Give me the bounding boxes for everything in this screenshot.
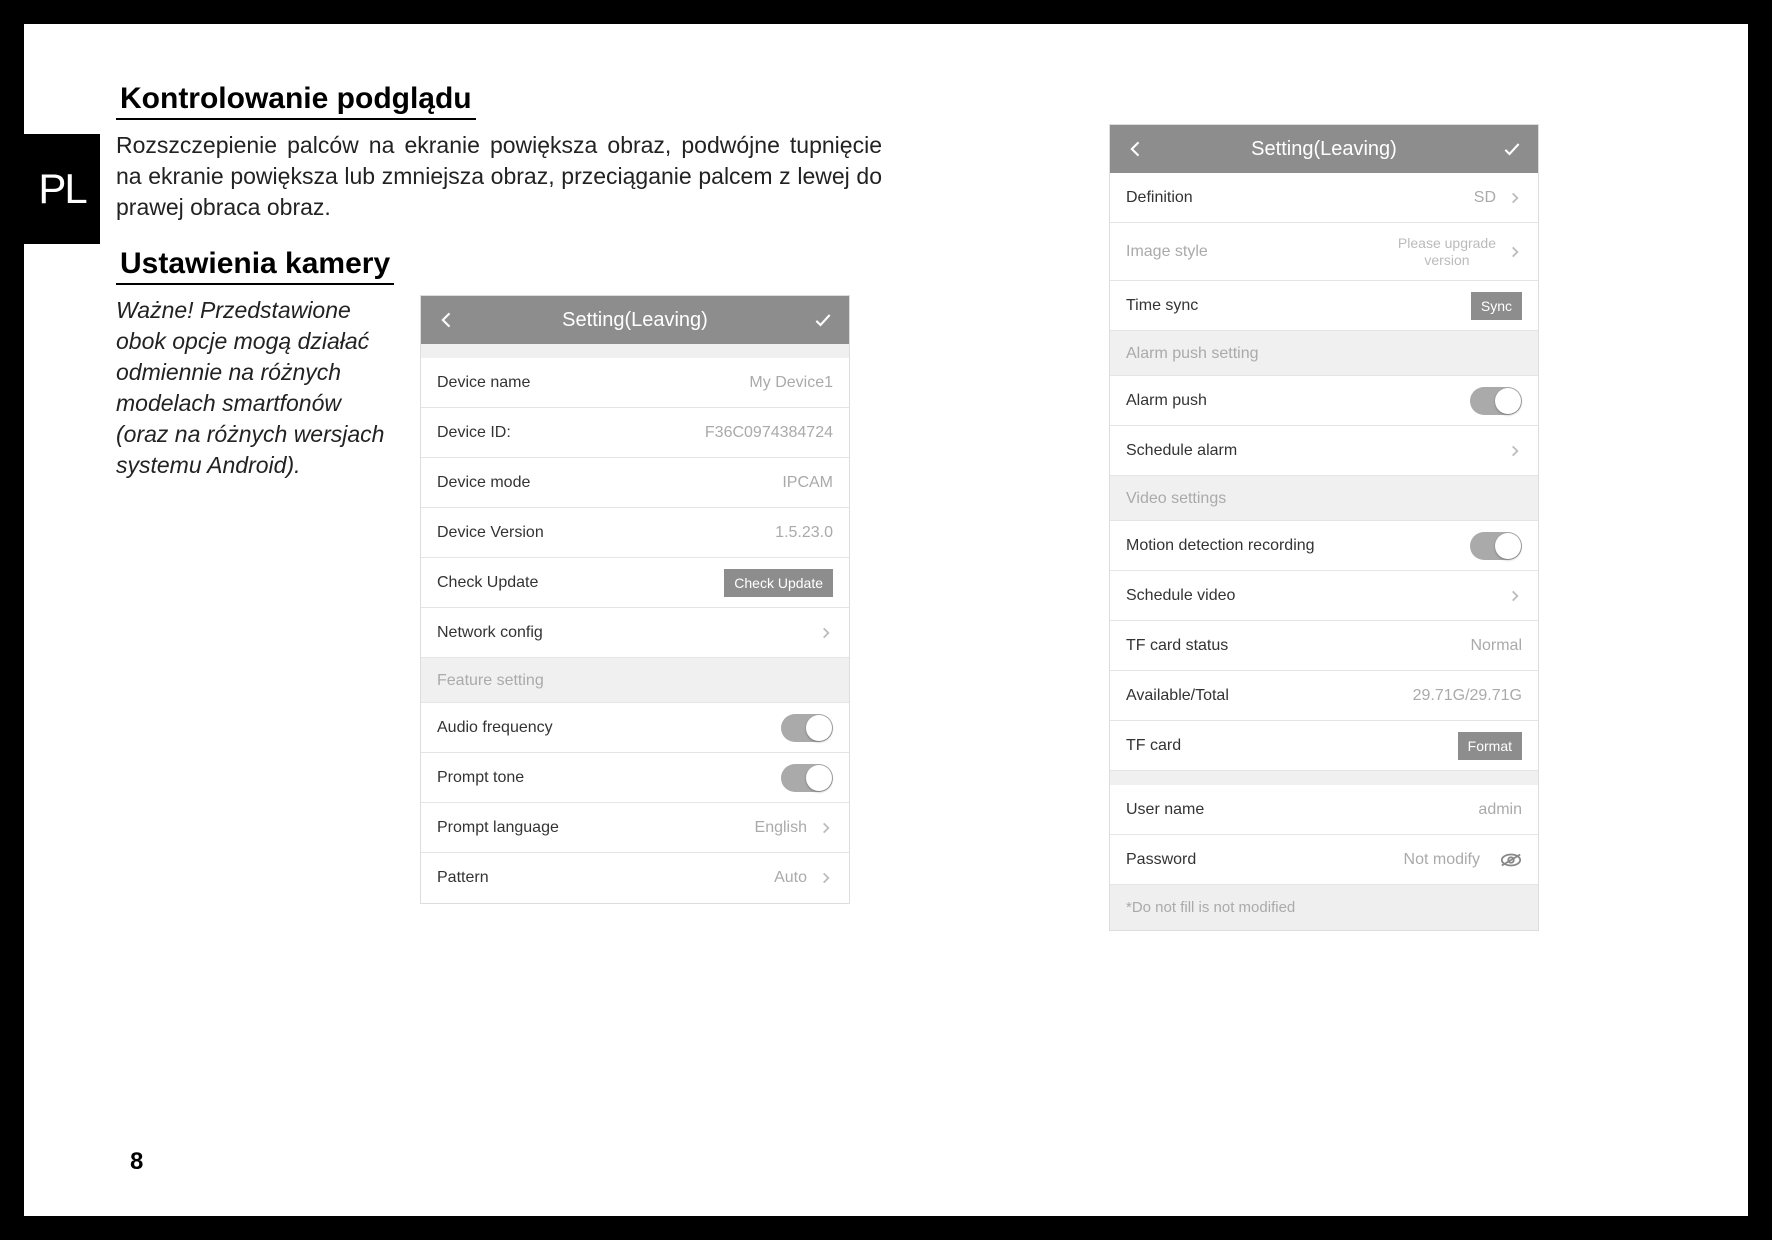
row-pattern[interactable]: Pattern Auto: [421, 853, 849, 903]
row-time-sync: Time sync Sync: [1110, 281, 1538, 331]
row-available-total: Available/Total 29.71G/29.71G: [1110, 671, 1538, 721]
sync-button[interactable]: Sync: [1471, 292, 1522, 320]
device-version-label: Device Version: [437, 524, 544, 542]
alarm-push-header: Alarm push setting: [1110, 331, 1538, 376]
device-mode-label: Device mode: [437, 474, 530, 492]
video-settings-header: Video settings: [1110, 476, 1538, 521]
row-image-style[interactable]: Image style Please upgradeversion: [1110, 223, 1538, 281]
pattern-value: Auto: [774, 869, 807, 887]
chevron-right-icon: [819, 871, 833, 885]
device-mode-value: IPCAM: [782, 474, 833, 492]
tf-status-label: TF card status: [1126, 637, 1228, 655]
image-style-label: Image style: [1126, 243, 1208, 261]
audio-frequency-toggle[interactable]: [781, 714, 833, 742]
row-tf-status: TF card status Normal: [1110, 621, 1538, 671]
row-prompt-language[interactable]: Prompt language English: [421, 803, 849, 853]
definition-label: Definition: [1126, 189, 1193, 207]
pattern-label: Pattern: [437, 869, 489, 887]
row-definition[interactable]: Definition SD: [1110, 173, 1538, 223]
row-device-mode: Device mode IPCAM: [421, 458, 849, 508]
prompt-language-label: Prompt language: [437, 819, 559, 837]
time-sync-label: Time sync: [1126, 297, 1198, 315]
titlebar: Setting(Leaving): [421, 296, 849, 344]
available-total-value: 29.71G/29.71G: [1413, 687, 1522, 705]
row-schedule-alarm[interactable]: Schedule alarm: [1110, 426, 1538, 476]
footer-note: *Do not fill is not modified: [1110, 885, 1538, 930]
image-style-value: Please upgradeversion: [1398, 235, 1496, 269]
back-icon[interactable]: [1124, 137, 1148, 161]
prompt-tone-toggle[interactable]: [781, 764, 833, 792]
row-password[interactable]: Password Not modify: [1110, 835, 1538, 885]
row-device-version: Device Version 1.5.23.0: [421, 508, 849, 558]
settings-panel-1: Setting(Leaving) Device name My Device1 …: [420, 295, 850, 904]
page-number: 8: [130, 1148, 143, 1176]
row-schedule-video[interactable]: Schedule video: [1110, 571, 1538, 621]
tf-card-label: TF card: [1126, 737, 1181, 755]
password-value: Not modify: [1404, 851, 1480, 869]
row-motion-detection: Motion detection recording: [1110, 521, 1538, 571]
device-id-label: Device ID:: [437, 424, 511, 442]
confirm-icon[interactable]: [811, 308, 835, 332]
titlebar-title: Setting(Leaving): [1251, 138, 1397, 161]
language-tab: PL: [24, 134, 100, 244]
row-device-name[interactable]: Device name My Device1: [421, 358, 849, 408]
row-device-id: Device ID: F36C0974384724: [421, 408, 849, 458]
row-prompt-tone: Prompt tone: [421, 753, 849, 803]
back-icon[interactable]: [435, 308, 459, 332]
schedule-alarm-label: Schedule alarm: [1126, 442, 1237, 460]
alarm-push-label: Alarm push: [1126, 392, 1207, 410]
row-username[interactable]: User name admin: [1110, 785, 1538, 835]
chevron-right-icon: [1508, 444, 1522, 458]
device-name-value: My Device1: [749, 374, 833, 392]
device-id-value: F36C0974384724: [705, 424, 833, 442]
audio-frequency-label: Audio frequency: [437, 719, 553, 737]
paragraph-preview-control: Rozszczepienie palców na ekranie powięks…: [116, 130, 882, 223]
device-name-label: Device name: [437, 374, 530, 392]
motion-detection-label: Motion detection recording: [1126, 537, 1315, 555]
eye-off-icon[interactable]: [1500, 852, 1522, 868]
chevron-right-icon: [819, 626, 833, 640]
prompt-tone-label: Prompt tone: [437, 769, 524, 787]
settings-panel-2: Setting(Leaving) Definition SD Image sty…: [1109, 124, 1539, 931]
available-total-label: Available/Total: [1126, 687, 1229, 705]
motion-detection-toggle[interactable]: [1470, 532, 1522, 560]
row-network-config[interactable]: Network config: [421, 608, 849, 658]
network-config-label: Network config: [437, 624, 543, 642]
row-alarm-push: Alarm push: [1110, 376, 1538, 426]
check-update-button[interactable]: Check Update: [724, 569, 833, 597]
row-check-update: Check Update Check Update: [421, 558, 849, 608]
prompt-language-value: English: [755, 819, 807, 837]
feature-setting-header: Feature setting: [421, 658, 849, 703]
heading-preview-control: Kontrolowanie podglądu: [116, 82, 476, 120]
schedule-video-label: Schedule video: [1126, 587, 1235, 605]
row-tf-card: TF card Format: [1110, 721, 1538, 771]
titlebar-title: Setting(Leaving): [562, 309, 708, 332]
chevron-right-icon: [1508, 589, 1522, 603]
username-value: admin: [1478, 801, 1522, 819]
chevron-right-icon: [819, 821, 833, 835]
alarm-push-toggle[interactable]: [1470, 387, 1522, 415]
device-version-value: 1.5.23.0: [775, 524, 833, 542]
titlebar: Setting(Leaving): [1110, 125, 1538, 173]
format-button[interactable]: Format: [1458, 732, 1522, 760]
definition-value: SD: [1474, 189, 1496, 207]
confirm-icon[interactable]: [1500, 137, 1524, 161]
check-update-label: Check Update: [437, 574, 538, 592]
tf-status-value: Normal: [1470, 637, 1522, 655]
password-label: Password: [1126, 851, 1196, 869]
note-text: Ważne! Przedstawione obok opcje mogą dzi…: [116, 295, 396, 481]
heading-camera-settings: Ustawienia kamery: [116, 247, 394, 285]
chevron-right-icon: [1508, 245, 1522, 259]
username-label: User name: [1126, 801, 1204, 819]
row-audio-frequency: Audio frequency: [421, 703, 849, 753]
chevron-right-icon: [1508, 191, 1522, 205]
